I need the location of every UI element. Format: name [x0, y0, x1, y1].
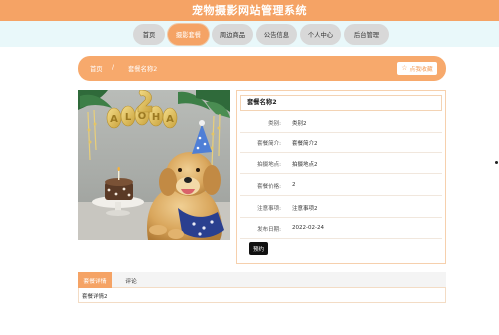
detail-value: 注意事项2 — [292, 206, 318, 212]
detail-row-publish-date: 发布日期: 2022-02-24 — [240, 219, 442, 239]
balloon-letter-o: O — [138, 111, 147, 122]
site-title: 宠物摄影网站管理系统 — [192, 4, 307, 17]
favorite-button[interactable]: ☆ 点我收藏 — [397, 62, 437, 75]
detail-label: 套餐价格: — [257, 184, 281, 190]
detail-value: 类别2 — [292, 121, 307, 127]
balloon-letter-l: L — [125, 112, 132, 123]
nav-item-announcements[interactable]: 公告信息 — [256, 24, 297, 45]
detail-label: 类别: — [268, 121, 281, 127]
breadcrumb-separator: / — [112, 64, 115, 71]
tab-content-text: 套餐详情2 — [82, 294, 108, 300]
detail-label: 套餐简介: — [257, 141, 281, 147]
detail-row-price: 套餐价格: 2 — [240, 176, 442, 196]
nav-item-photo-packages[interactable]: 摄影套餐 — [168, 24, 209, 45]
balloon-letter-a2: A — [166, 114, 174, 125]
detail-label: 拍摄地点: — [257, 162, 281, 168]
detail-row-notes: 注意事项: 注意事项2 — [240, 198, 442, 218]
nav-item-admin[interactable]: 后台管理 — [344, 24, 389, 45]
balloon-letter-a: A — [110, 114, 118, 125]
tab-comments[interactable]: 评论 — [114, 272, 148, 288]
book-button[interactable]: 预约 — [249, 242, 268, 255]
package-photo: A L O H A — [78, 90, 230, 240]
nav-item-personal-center[interactable]: 个人中心 — [300, 24, 341, 45]
package-name-heading: 套餐名称2 — [240, 95, 442, 111]
cursor-dot — [495, 161, 498, 164]
detail-value: 2022-02-24 — [292, 225, 324, 231]
detail-row-location: 拍摄地点: 拍摄地点2 — [240, 154, 442, 174]
breadcrumb-home-link[interactable]: 首页 — [90, 64, 103, 73]
nav-item-home[interactable]: 首页 — [133, 24, 165, 45]
star-outline-icon: ☆ — [401, 64, 408, 72]
favorite-button-label: 点我收藏 — [409, 67, 433, 73]
detail-value: 套餐简介2 — [292, 141, 318, 147]
breadcrumb-current: 套餐名称2 — [128, 66, 158, 73]
balloon-letter-h: H — [152, 112, 160, 123]
nav-item-merchandise[interactable]: 周边商品 — [212, 24, 253, 45]
detail-row-category: 类别: 类别2 — [240, 113, 442, 133]
tab-package-details[interactable]: 套餐详情 — [78, 272, 112, 288]
detail-label: 发布日期: — [257, 227, 281, 233]
page: 宠物摄影网站管理系统 首页 摄影套餐 周边商品 公告信息 个人中心 后台管理 首… — [0, 0, 499, 335]
detail-value: 拍摄地点2 — [292, 162, 318, 168]
detail-row-summary: 套餐简介: 套餐简介2 — [240, 133, 442, 153]
detail-label: 注意事项: — [257, 206, 281, 212]
detail-value: 2 — [292, 182, 296, 188]
